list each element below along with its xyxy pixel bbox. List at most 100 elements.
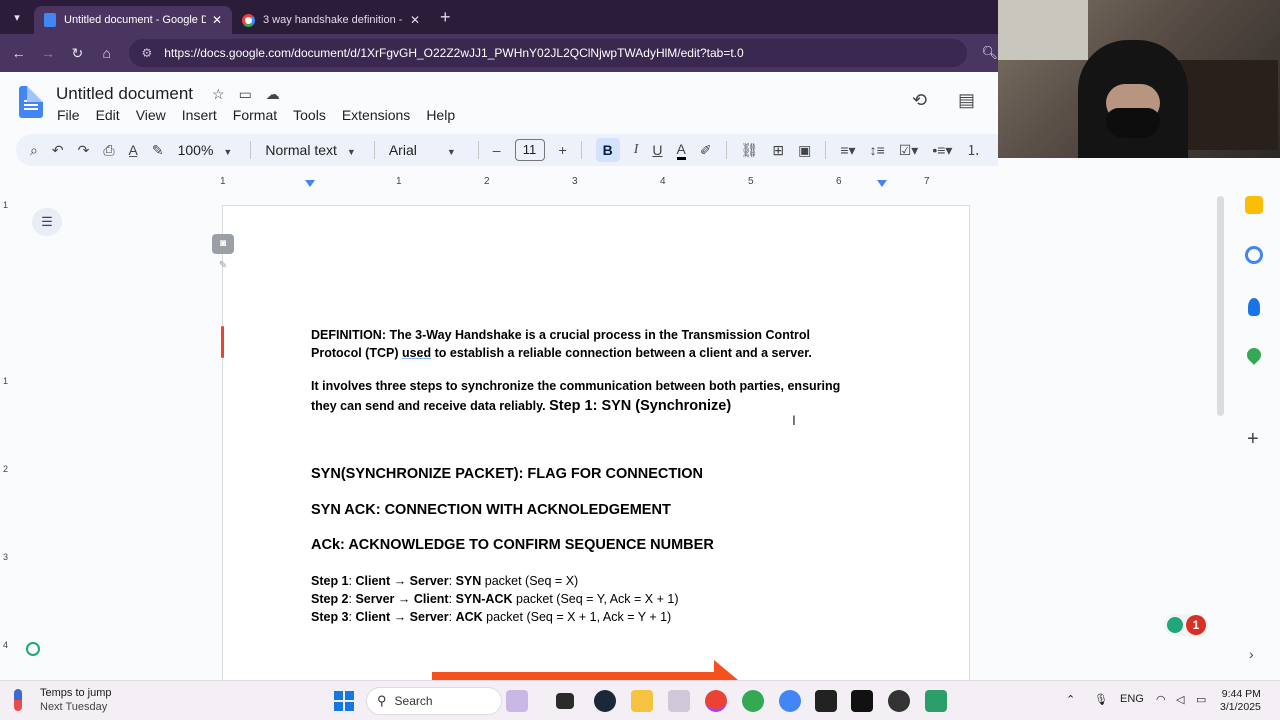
menu-help[interactable]: Help [426,107,455,123]
zoom-icon[interactable]: 🔍︎ [981,45,998,61]
italic-button[interactable]: I [634,142,639,158]
url-field[interactable]: ⚙ https://docs.google.com/document/d/1Xr… [129,39,968,67]
redo-icon[interactable]: ↷ [78,142,90,159]
explorer-window-icon[interactable] [556,693,574,709]
widgets-app-icon[interactable] [506,690,528,712]
left-indent-marker[interactable] [305,180,315,187]
bulleted-list-icon[interactable]: •≡▾ [932,142,952,159]
tab-google-docs[interactable]: Untitled document - Google Docs ✕ [34,6,232,34]
search-menus-icon[interactable]: ⌕ [30,142,38,159]
bold-button[interactable]: B [595,138,620,162]
chrome-profile-icon[interactable] [742,690,764,712]
weather-widget[interactable]: Temps to jump Next Tuesday [14,687,112,713]
underline-button[interactable]: U [652,142,662,158]
snipping-tool-icon[interactable] [668,690,690,712]
insert-image-icon[interactable]: ▣ [798,142,811,159]
decrease-font-size-icon[interactable]: – [493,142,501,158]
version-history-icon[interactable]: ⟲ [912,90,927,111]
battery-icon[interactable]: ▭ [1196,693,1206,706]
file-explorer-icon[interactable] [631,690,653,712]
line-spacing-icon[interactable]: ↕≡ [870,142,885,158]
steam-icon[interactable] [594,690,616,712]
start-menu-icon[interactable] [334,691,354,711]
menu-insert[interactable]: Insert [182,107,217,123]
heading-ack[interactable]: ACk: ACKNOWLEDGE TO CONFIRM SEQUENCE NUM… [311,537,714,553]
definition-paragraph[interactable]: DEFINITION: The 3-Way Handshake is a cru… [311,326,812,362]
checklist-icon[interactable]: ☑▾ [899,142,919,159]
capcut-icon[interactable] [851,690,873,712]
style-select[interactable]: Normal text ▼ [265,142,356,158]
insert-link-icon[interactable]: ⛓ [741,142,759,159]
tab-search-menu-icon[interactable]: ▾ [0,0,34,34]
spelling-flagged-word[interactable]: used [402,346,431,360]
menu-tools[interactable]: Tools [293,107,326,123]
site-info-icon[interactable]: ⚙ [141,46,152,60]
align-icon[interactable]: ≡▾ [840,142,855,159]
taskbar-search[interactable]: ⚲ Search [366,687,502,715]
forward-icon[interactable]: → [33,45,62,61]
chrome-second-profile-icon[interactable] [779,690,801,712]
document-outline-icon[interactable]: ☰ [32,208,62,236]
menu-extensions[interactable]: Extensions [342,107,410,123]
terminal-icon[interactable] [815,690,837,712]
add-comment-icon[interactable]: ⊞ [772,142,784,159]
wifi-icon[interactable]: ◠ [1156,693,1166,706]
highlight-icon[interactable]: ✐ [700,142,712,159]
spellcheck-icon[interactable]: A̲ [129,142,138,158]
cloud-status-icon[interactable]: ☁ [266,86,280,103]
pen-edit-icon[interactable]: ✎ [212,256,234,276]
notification-badge[interactable]: 1 [1164,614,1208,636]
font-select[interactable]: Arial ▼ [389,142,456,158]
volume-icon[interactable]: ◁ [1176,693,1184,706]
numbered-list-icon[interactable]: ⒈ [966,140,980,160]
docs-logo-icon[interactable] [19,86,43,118]
text-color-button[interactable]: A [676,141,686,160]
system-clock[interactable]: 9:44 PM 3/1/2025 [1220,688,1261,714]
clock-time: 9:44 PM [1221,688,1261,700]
chrome-active-icon[interactable] [705,690,727,712]
undo-icon[interactable]: ↶ [52,142,64,159]
contacts-icon[interactable] [1248,298,1260,316]
expand-panel-icon[interactable]: › [1249,646,1254,662]
ai-assist-icon[interactable]: ◙ [212,234,234,254]
move-folder-icon[interactable]: ▭ [239,86,252,103]
keep-icon[interactable] [1245,196,1263,214]
obs-icon[interactable] [888,690,910,712]
back-icon[interactable]: ← [4,45,33,61]
maps-icon[interactable] [1244,345,1264,365]
orange-arrow-shape[interactable] [432,672,722,680]
vertical-scrollbar[interactable] [1217,196,1224,416]
tasks-icon[interactable] [1245,246,1263,264]
steps-list[interactable]: Step 1: Client → Server: SYN packet (Seq… [311,572,679,626]
paint-format-icon[interactable]: ✎ [152,142,164,159]
star-icon[interactable]: ☆ [212,86,225,103]
comments-icon[interactable]: ▤ [958,90,975,111]
involves-paragraph[interactable]: It involves three steps to synchronize t… [311,376,840,416]
input-language[interactable]: ENG [1120,693,1144,705]
show-hidden-icons[interactable]: ⌃ [1066,693,1075,706]
reload-icon[interactable]: ↻ [63,45,92,62]
heading-syn[interactable]: SYN(SYNCHRONIZE PACKET): FLAG FOR CONNEC… [311,466,703,482]
zoom-select[interactable]: 100% ▼ [178,142,233,158]
menu-view[interactable]: View [136,107,166,123]
vscode-icon[interactable] [925,690,947,712]
menu-edit[interactable]: Edit [96,107,120,123]
menu-file[interactable]: File [57,107,80,123]
tab-google-search[interactable]: 3 way handshake definition - Google Sear… [232,6,430,34]
docs-header: Untitled document ☆ ▭ ☁ File Edit View I… [0,72,998,132]
toolbar-divider [250,141,252,159]
close-tab-icon[interactable]: ✕ [212,13,222,27]
increase-font-size-icon[interactable]: + [559,142,567,158]
add-addon-icon[interactable]: + [1247,428,1259,451]
document-title[interactable]: Untitled document [56,84,193,104]
font-size-input[interactable]: 11 [514,139,545,161]
microphone-icon[interactable]: 🎙︎ [1094,693,1108,706]
right-indent-marker[interactable] [877,180,887,187]
print-icon[interactable]: ⎙ [103,142,114,159]
menu-format[interactable]: Format [233,107,277,123]
new-tab-icon[interactable]: + [440,7,451,28]
close-tab-icon[interactable]: ✕ [410,13,420,27]
heading-syn-ack[interactable]: SYN ACK: CONNECTION WITH ACKNOLEDGEMENT [311,502,671,518]
fingerprint-icon[interactable] [26,642,40,656]
home-icon[interactable]: ⌂ [92,45,121,61]
